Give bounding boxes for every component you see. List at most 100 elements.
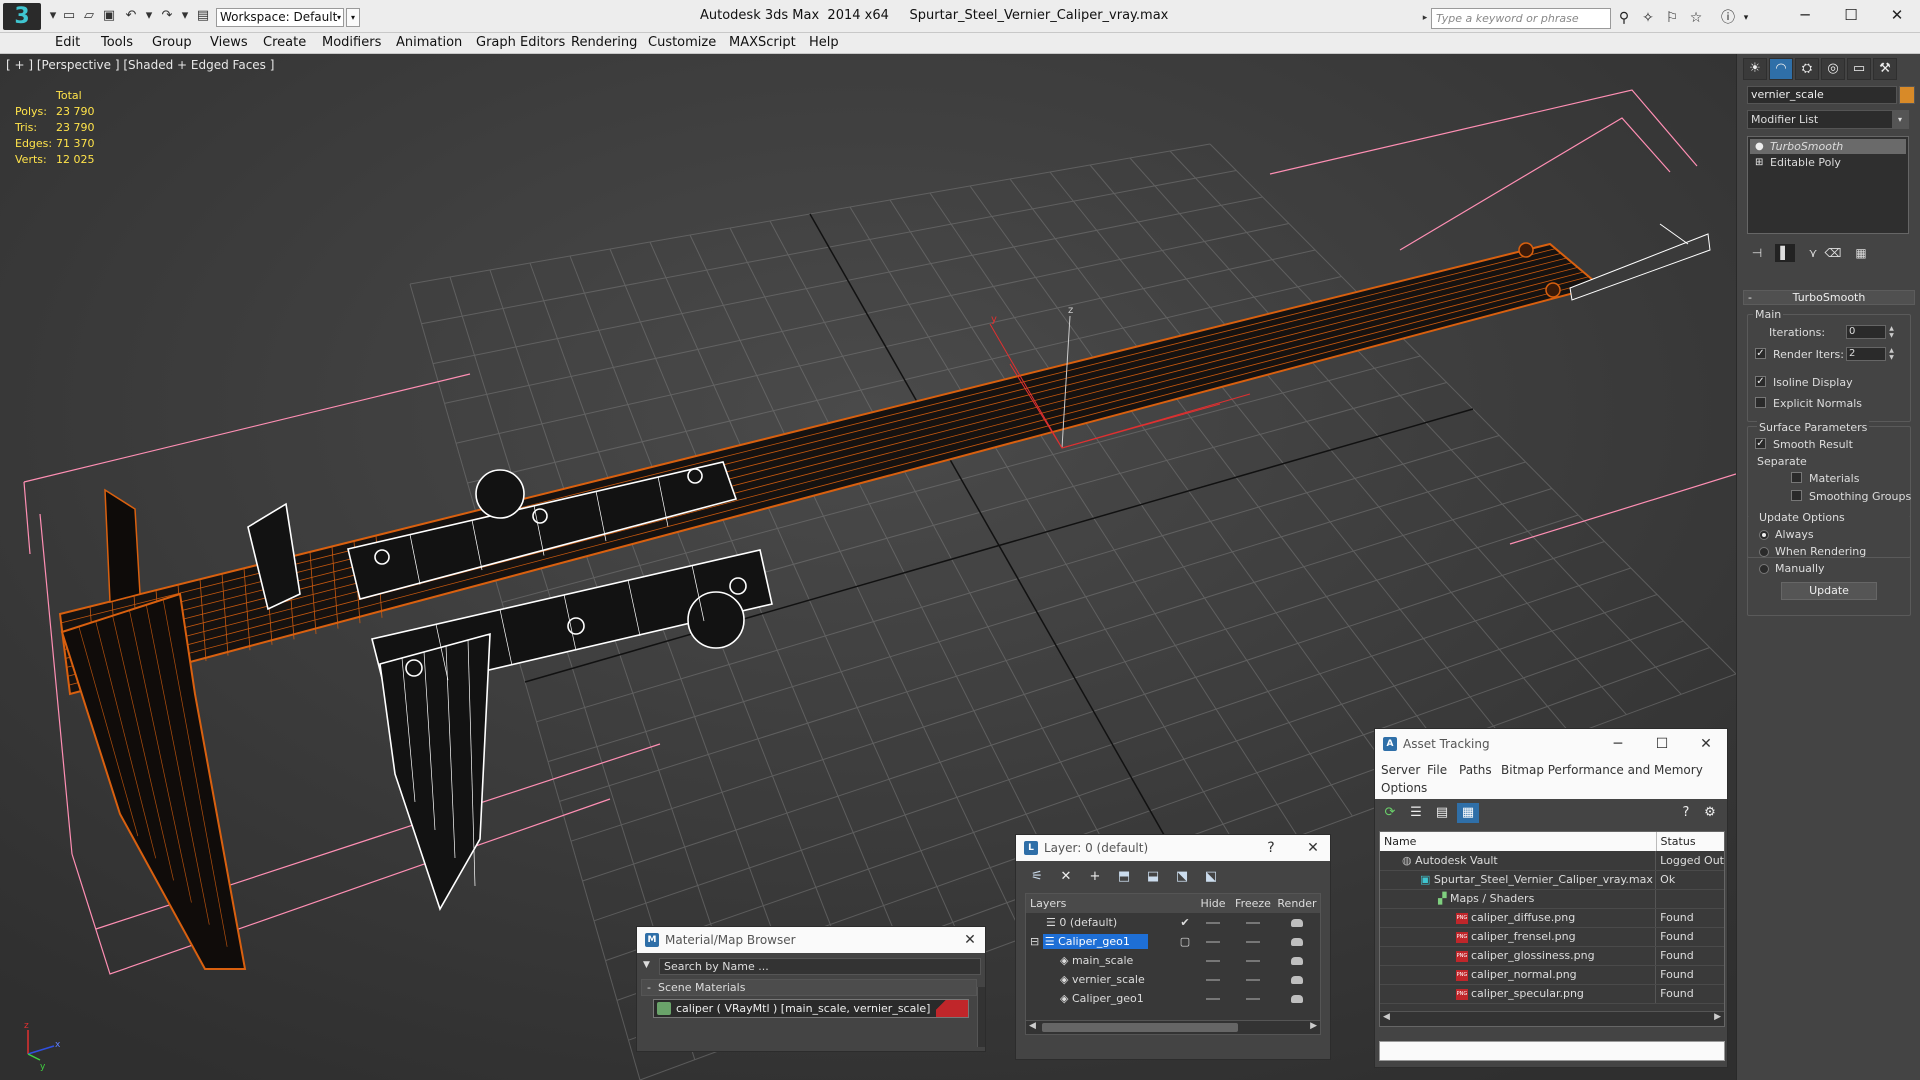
search-input[interactable]: Type a keyword or phrase [1431,8,1611,29]
configure-sets-icon[interactable]: ▦ [1851,244,1871,262]
menu-rendering[interactable]: Rendering [571,35,637,50]
close-icon[interactable]: ✕ [1874,0,1920,30]
scroll-right-icon[interactable]: ▶ [1714,1012,1721,1022]
asset-name-cell[interactable]: PNG caliper_normal.png [1380,965,1657,985]
render-iters-spinner[interactable]: 2 [1846,347,1886,361]
help-icon[interactable]: ? [1675,803,1697,823]
materials-checkbox[interactable] [1791,472,1802,483]
table-row[interactable]: ▞ Maps / Shaders [1380,889,1724,909]
asset-name-cell[interactable]: ▣ Spurtar_Steel_Vernier_Caliper_vray.max [1380,870,1657,890]
freeze-toggle[interactable] [1232,951,1274,970]
layer-name-cell[interactable]: ☰ 0 (default) [1026,913,1176,932]
hide-toggle[interactable] [1194,932,1232,951]
render-toggle[interactable] [1274,932,1320,951]
modify-tab-icon[interactable]: ◠ [1769,58,1793,80]
asset-name-cell[interactable]: ◍ Autodesk Vault [1380,851,1657,871]
layer-dialog-titlebar[interactable]: L Layer: 0 (default) ? ✕ [1016,835,1330,861]
menu-group[interactable]: Group [152,35,192,50]
display-tab-icon[interactable]: ▭ [1847,58,1871,80]
table-row[interactable]: PNG caliper_diffuse.png Found [1380,908,1724,928]
material-item-caliper[interactable]: caliper ( VRayMtl ) [main_scale, vernier… [653,999,969,1018]
remove-modifier-icon[interactable]: ⌫ [1823,244,1843,262]
material-browser-titlebar[interactable]: M Material/Map Browser ✕ [637,927,985,953]
spinner-arrows-icon[interactable]: ▲ ▼ [1887,325,1896,339]
col-render[interactable]: Render [1274,894,1320,913]
layer-name-cell[interactable]: ◈ main_scale [1026,951,1176,970]
add-to-layer-icon[interactable]: + [1084,867,1106,887]
menu-modifiers[interactable]: Modifiers [322,35,381,50]
table-row[interactable]: ◍ Autodesk Vault Logged Out [1380,851,1724,871]
scrollbar-thumb[interactable] [1042,1023,1238,1032]
minimize-icon[interactable]: ─ [1782,0,1828,30]
refresh-icon[interactable]: ⟳ [1379,803,1401,823]
menu-customize[interactable]: Customize [648,35,716,50]
table-row[interactable]: ▣ Spurtar_Steel_Vernier_Caliper_vray.max… [1380,870,1724,890]
scene-materials-header[interactable]: - Scene Materials [641,979,977,996]
asset-name-cell[interactable]: PNG caliper_frensel.png [1380,927,1657,947]
new-file-icon[interactable]: ▭ [60,7,78,25]
close-icon[interactable]: ✕ [961,931,979,949]
maximize-icon[interactable]: ☐ [1653,735,1671,753]
project-folder-icon[interactable]: ▤ [194,7,212,25]
render-iters-checkbox[interactable]: ✓ [1755,348,1766,359]
save-file-icon[interactable]: ▣ [100,7,118,25]
app-logo-icon[interactable]: 3 [3,3,41,30]
freeze-all-layers-icon[interactable]: ⬕ [1200,867,1222,887]
layer-name-cell[interactable]: ◈ vernier_scale [1026,970,1176,989]
scroll-right-icon[interactable]: ▶ [1310,1021,1317,1031]
utilities-tab-icon[interactable]: ⚒ [1873,58,1897,80]
open-file-icon[interactable]: ▱ [80,7,98,25]
table-row[interactable]: PNG caliper_glossiness.png Found [1380,946,1724,966]
close-icon[interactable]: ✕ [1304,839,1322,857]
menu-paths[interactable]: Paths [1459,763,1492,777]
create-tab-icon[interactable]: ☀ [1743,58,1767,80]
list-view-icon[interactable]: ☰ [1405,803,1427,823]
hide-toggle[interactable] [1194,989,1232,1008]
subscription-icon[interactable]: ✧ [1638,9,1658,27]
maximize-icon[interactable]: ☐ [1828,0,1874,30]
horizontal-scrollbar[interactable]: ◀ ▶ [1026,1020,1320,1034]
menu-graph-editors[interactable]: Graph Editors [476,35,565,50]
redo-dropdown-icon[interactable]: ▾ [176,7,194,25]
vertical-scrollbar[interactable] [977,987,985,1047]
freeze-toggle[interactable] [1232,970,1274,989]
current-layer-check-icon[interactable]: ✔ [1176,913,1194,932]
always-radio[interactable] [1759,530,1769,540]
stack-item-turbosmooth[interactable]: ● TurboSmooth [1750,139,1906,154]
col-name[interactable]: Name [1380,832,1657,851]
table-row[interactable]: ◈ Caliper_geo1 [1026,989,1320,1008]
asset-tracking-titlebar[interactable]: A Asset Tracking ─ ☐ ✕ [1375,729,1727,759]
table-row[interactable]: PNG caliper_frensel.png Found [1380,927,1724,947]
menu-help[interactable]: Help [809,35,839,50]
smooth-result-checkbox[interactable]: ✓ [1755,438,1766,449]
table-row[interactable]: PNG caliper_specular.png Found [1380,984,1724,1004]
filter-dropdown-icon[interactable]: ▼ [643,960,655,974]
menu-views[interactable]: Views [210,35,248,50]
asset-name-cell[interactable]: PNG caliper_specular.png [1380,984,1657,1004]
asset-name-cell[interactable]: PNG caliper_diffuse.png [1380,908,1657,928]
asset-name-cell[interactable]: ▞ Maps / Shaders [1380,889,1657,909]
undo-dropdown-icon[interactable]: ▾ [140,7,158,25]
detail-view-icon[interactable]: ▤ [1431,803,1453,823]
col-status[interactable]: Status [1656,832,1724,851]
material-search-input[interactable]: Search by Name ... [659,958,981,975]
hide-toggle[interactable] [1194,913,1232,932]
menu-file[interactable]: File [1427,763,1447,777]
asset-name-cell[interactable]: PNG caliper_glossiness.png [1380,946,1657,966]
table-row[interactable]: ◈ vernier_scale [1026,970,1320,989]
highlight-layers-icon[interactable]: ⬓ [1142,867,1164,887]
binoculars-icon[interactable]: ⚲ [1614,9,1634,27]
workspace-dropdown-button[interactable]: ▾ [346,8,360,27]
select-objects-icon[interactable]: ⬒ [1113,867,1135,887]
spinner-arrows-icon[interactable]: ▲ ▼ [1887,347,1896,361]
delete-layer-icon[interactable]: ✕ [1055,867,1077,887]
explicit-normals-checkbox[interactable] [1755,397,1766,408]
search-expand-icon[interactable]: ▸ [1419,9,1431,28]
manually-radio[interactable] [1759,564,1769,574]
settings-icon[interactable]: ⚙ [1699,803,1721,823]
pin-stack-icon[interactable]: ⊣ [1747,244,1767,262]
hide-toggle[interactable] [1194,970,1232,989]
turbosmooth-rollout-header[interactable]: - TurboSmooth [1743,290,1915,305]
object-name-field[interactable]: vernier_scale [1747,86,1897,104]
scroll-left-icon[interactable]: ◀ [1029,1021,1036,1031]
